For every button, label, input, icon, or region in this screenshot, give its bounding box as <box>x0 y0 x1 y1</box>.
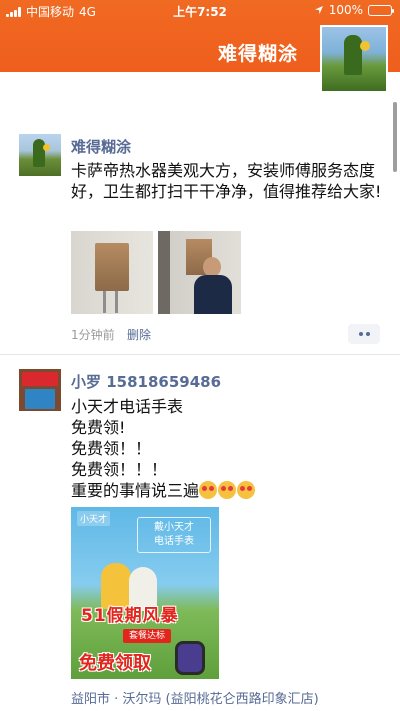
ad-title: 戴小天才 电话手表 <box>137 517 211 553</box>
post-text-line: 重要的事情说三遍 <box>71 481 200 500</box>
post-text: 小天才电话手表 免费领! 免费领！！ 免费领！！！ 重要的事情说三遍 <box>71 396 383 501</box>
ad-badge: 套餐达标 <box>123 629 171 643</box>
post-author[interactable]: 难得糊涂 <box>71 136 131 157</box>
post-time: 1分钟前 <box>71 328 115 342</box>
scrollbar[interactable] <box>393 102 397 172</box>
delete-button[interactable]: 删除 <box>127 326 151 343</box>
avatar[interactable] <box>19 369 61 411</box>
heart-eyes-emoji-icon <box>237 481 256 499</box>
avatar[interactable] <box>19 134 61 176</box>
location-arrow-icon <box>314 6 323 14</box>
status-bar: 中国移动 4G 上午7:52 100% <box>0 0 400 20</box>
watch-image <box>175 641 205 675</box>
post-text-line: 免费领！！！ <box>71 460 168 479</box>
profile-name: 难得糊涂 <box>217 43 298 65</box>
post-text-line: 小天才电话手表 <box>71 397 184 416</box>
moments-header: 中国移动 4G 上午7:52 100% 难得糊涂 <box>0 0 400 93</box>
battery-percent: 100% <box>328 3 363 17</box>
ad-cta: 免费领取 <box>79 653 151 674</box>
more-actions-button[interactable] <box>348 324 380 344</box>
dot-icon <box>365 332 370 336</box>
ad-slogan: 51假期风暴 <box>81 606 179 626</box>
dot-icon <box>358 332 363 336</box>
post-text-line: 免费领! <box>71 418 126 437</box>
battery-icon <box>368 4 394 16</box>
post-photo-water-heater[interactable] <box>71 231 153 314</box>
ad-brand: 小天才 <box>77 511 111 526</box>
status-right: 100% <box>314 3 394 17</box>
post-photo-ad[interactable]: 小天才 戴小天才 电话手表 51假期风暴 套餐达标 免费领取 <box>71 507 219 679</box>
post-text-line: 免费领！！ <box>71 439 152 458</box>
post-photo-installer[interactable] <box>158 231 241 314</box>
post-text-line-last: 重要的事情说三遍 <box>71 480 383 501</box>
post-author[interactable]: 小罗 15818659486 <box>71 371 221 392</box>
heart-eyes-emoji-icon <box>218 481 237 499</box>
profile-avatar[interactable] <box>320 25 388 93</box>
post-text: 卡萨帝热水器美观大方，安装师傅服务态度好，卫生都打扫干干净净，值得推荐给大家! <box>71 161 382 201</box>
ad-title-line: 戴小天才 <box>154 522 194 533</box>
ad-title-line: 电话手表 <box>154 536 194 547</box>
heart-eyes-emoji-icon <box>199 481 218 499</box>
post-divider <box>0 354 400 355</box>
post-location[interactable]: 益阳市 · 沃尔玛 (益阳桃花仑西路印象汇店) <box>71 688 319 707</box>
